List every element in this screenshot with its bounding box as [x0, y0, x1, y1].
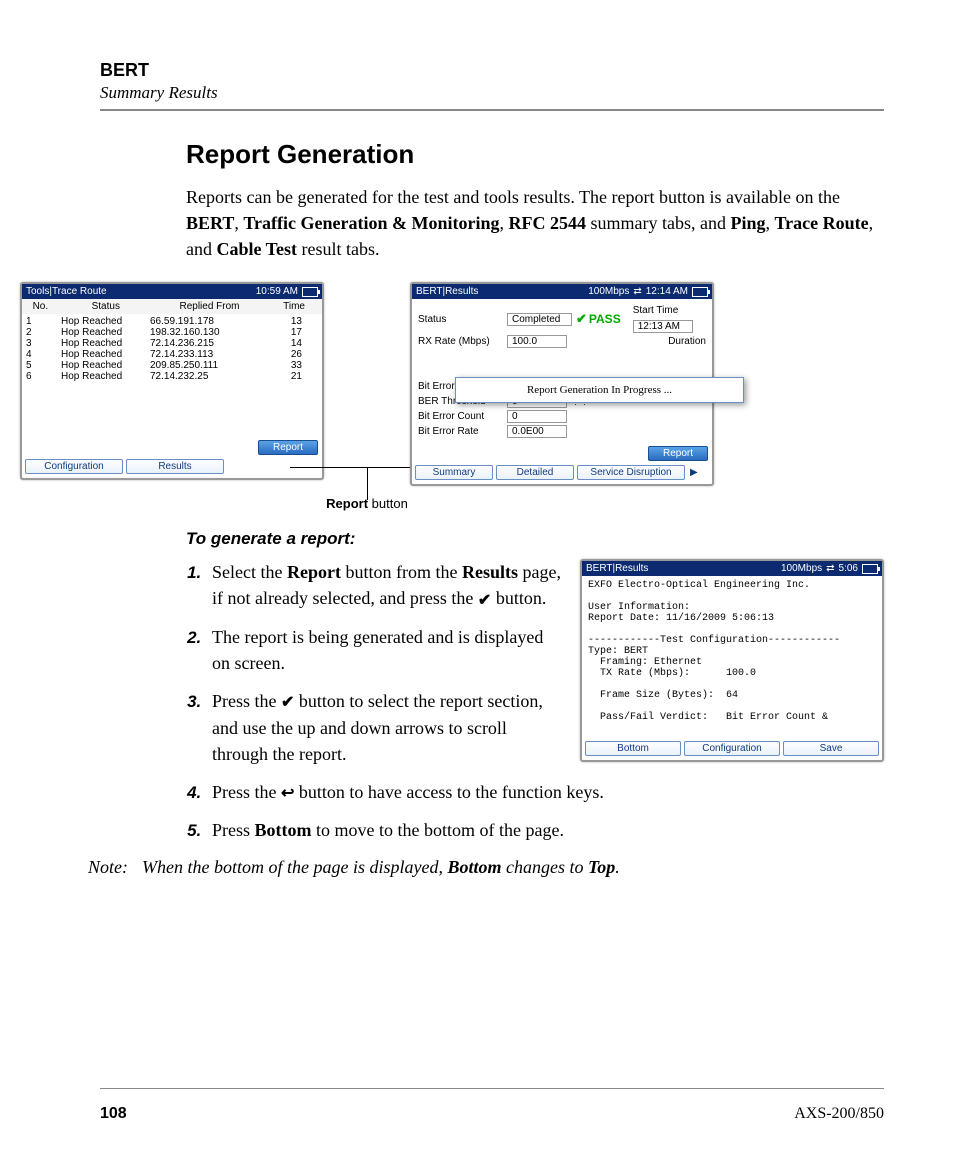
link-rate: 100Mbps: [781, 563, 822, 574]
clock: 5:06: [839, 563, 858, 574]
window-title: BERT|Results: [416, 286, 478, 297]
tab-configuration[interactable]: Configuration: [25, 459, 123, 474]
trace-table-body: 1Hop Reached66.59.191.17813 2Hop Reached…: [22, 314, 322, 438]
subheading: To generate a report:: [186, 529, 884, 549]
battery-icon: [862, 564, 878, 574]
pass-badge: ✔PASS: [576, 311, 621, 327]
step-1: Select the Report button from the Result…: [206, 559, 564, 612]
tab-scroll-right-icon[interactable]: ▶: [688, 467, 700, 478]
check-icon: ✔: [281, 691, 294, 714]
rx-rate-value: 100.0: [507, 335, 567, 348]
header-title: BERT: [100, 60, 884, 81]
footer-rule: [100, 1088, 884, 1089]
bit-error-count-value: 0: [507, 410, 567, 423]
tab-service-disruption[interactable]: Service Disruption: [577, 465, 685, 480]
check-icon: ✔: [576, 311, 587, 327]
start-time-value: 12:13 AM: [633, 320, 693, 333]
page-number: 108: [100, 1105, 127, 1123]
duration-label: Duration: [668, 336, 706, 347]
header-rule: [100, 109, 884, 111]
battery-icon: [692, 287, 708, 297]
tab-configuration[interactable]: Configuration: [684, 741, 780, 756]
link-icon: ⇄: [826, 563, 834, 574]
header-subtitle: Summary Results: [100, 83, 884, 103]
link-icon: ⇄: [633, 286, 641, 297]
step-4: Press the ↩ button to have access to the…: [206, 779, 884, 805]
clock: 10:59 AM: [256, 286, 298, 297]
battery-icon: [302, 287, 318, 297]
report-button[interactable]: Report: [648, 446, 708, 461]
step-2: The report is being generated and is dis…: [206, 624, 564, 676]
bit-error-count-label: Bit Error Count: [418, 411, 503, 422]
bit-error-rate-label: Bit Error Rate: [418, 426, 503, 437]
trace-table-header: No. Status Replied From Time: [22, 299, 322, 314]
tab-results[interactable]: Results: [126, 459, 224, 474]
intro-paragraph: Reports can be generated for the test an…: [186, 184, 884, 262]
step-3: Press the ✔ button to select the report …: [206, 688, 564, 767]
bit-error-rate-value: 0.0E00: [507, 425, 567, 438]
report-generation-popup: Report Generation In Progress ...: [455, 377, 744, 403]
report-button-callout: Report button: [332, 282, 402, 511]
status-value: Completed: [507, 313, 572, 326]
tab-save[interactable]: Save: [783, 741, 879, 756]
report-text: EXFO Electro-Optical Engineering Inc. Us…: [582, 576, 882, 739]
link-rate: 100Mbps: [588, 286, 629, 297]
window-title: BERT|Results: [586, 563, 648, 574]
start-time-label: Start Time: [633, 305, 693, 316]
step-5: Press Bottom to move to the bottom of th…: [206, 817, 884, 843]
tab-bottom[interactable]: Bottom: [585, 741, 681, 756]
note: Note: When the bottom of the page is dis…: [88, 857, 884, 878]
back-arrow-icon: ↩: [281, 782, 294, 805]
status-label: Status: [418, 314, 503, 325]
check-icon: ✔: [478, 589, 491, 612]
model-number: AXS-200/850: [794, 1105, 884, 1123]
tab-detailed[interactable]: Detailed: [496, 465, 574, 480]
screenshot-bert-report: BERT|Results 100Mbps ⇄ 5:06 EXFO Electro…: [580, 559, 884, 762]
rx-rate-label: RX Rate (Mbps): [418, 336, 503, 347]
tab-summary[interactable]: Summary: [415, 465, 493, 480]
page-heading: Report Generation: [186, 139, 884, 170]
report-button[interactable]: Report: [258, 440, 318, 455]
window-title: Tools|Trace Route: [26, 286, 107, 297]
screenshot-trace-route: Tools|Trace Route 10:59 AM No. Status Re…: [20, 282, 324, 480]
clock: 12:14 AM: [646, 286, 688, 297]
